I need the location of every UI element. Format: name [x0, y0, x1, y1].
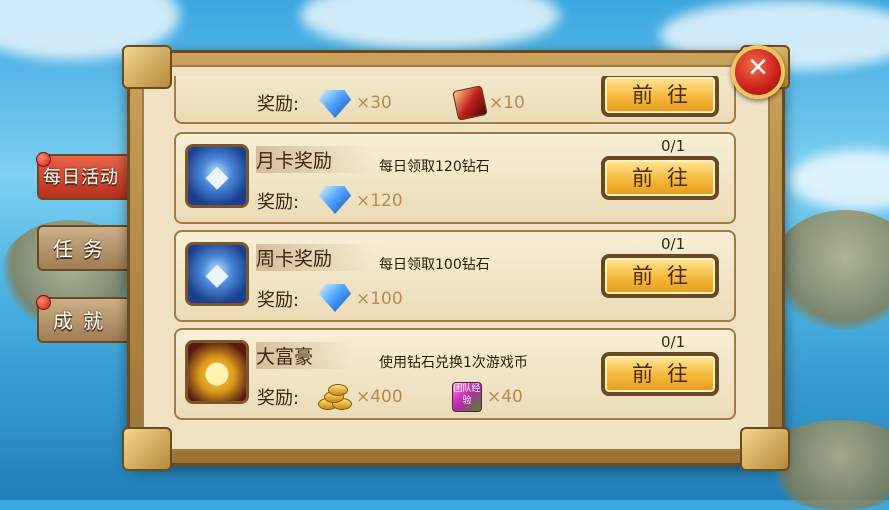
reward-qty: ×400 — [356, 387, 403, 407]
diamond-pile-icon: ◆ — [185, 144, 249, 208]
tab-label: 成就 — [53, 309, 113, 333]
row-description: 使用钻石兑换1次游戏币 — [379, 355, 528, 371]
diamond-icon — [319, 90, 351, 118]
frame-ornament — [740, 427, 790, 471]
row-title: 大富豪 — [256, 342, 354, 369]
go-button[interactable]: 前往 — [601, 254, 719, 298]
card-item-icon — [452, 85, 488, 121]
reward-label: 奖励: — [257, 388, 300, 409]
gold-coins-icon — [318, 382, 352, 410]
progress-count: 0/1 — [661, 333, 686, 351]
go-button[interactable]: 前往 — [601, 156, 719, 200]
reward-qty: ×10 — [489, 93, 525, 113]
row-title: 周卡奖励 — [256, 244, 373, 271]
row-description: 每日领取120钻石 — [379, 159, 490, 175]
go-button[interactable]: 前往 — [601, 76, 719, 117]
close-button[interactable]: ✕ — [731, 45, 785, 99]
notification-dot — [36, 152, 51, 167]
reward-qty: ×40 — [487, 387, 523, 407]
frame-ornament — [122, 427, 172, 471]
activity-row: ● 大富豪 使用钻石兑换1次游戏币 奖励: ×400 团队经验 ×40 0/1 … — [174, 328, 736, 420]
tab-label: 每日活动 — [43, 167, 119, 188]
diamond-pile-icon: ◆ — [185, 242, 249, 306]
reward-label: 奖励: — [257, 192, 300, 213]
row-description: 每日领取100钻石 — [379, 257, 490, 273]
notification-dot — [36, 295, 51, 310]
diamond-icon — [319, 186, 351, 214]
activity-row: ◆ 周卡奖励 每日领取100钻石 奖励: ×100 0/1 前往 — [174, 230, 736, 322]
reward-qty: ×120 — [356, 191, 403, 211]
go-button[interactable]: 前往 — [601, 352, 719, 396]
row-title: 月卡奖励 — [256, 146, 373, 173]
close-icon: ✕ — [747, 53, 769, 83]
reward-label: 奖励: — [257, 290, 300, 311]
reward-label: 奖励: — [257, 94, 300, 115]
frame-ornament — [122, 45, 172, 89]
tab-label: 任务 — [53, 237, 113, 261]
progress-count: 0/1 — [661, 235, 686, 253]
reward-qty: ×100 — [356, 289, 403, 309]
team-exp-label: 团队经验 — [453, 384, 481, 406]
progress-count: 0/1 — [661, 137, 686, 155]
activity-row: ◆ 月卡奖励 每日领取120钻石 奖励: ×120 0/1 前往 — [174, 132, 736, 224]
reward-qty: ×30 — [356, 93, 392, 113]
gold-coins-icon: ● — [185, 340, 249, 404]
team-exp-icon: 团队经验 — [452, 382, 482, 412]
diamond-icon — [319, 284, 351, 312]
